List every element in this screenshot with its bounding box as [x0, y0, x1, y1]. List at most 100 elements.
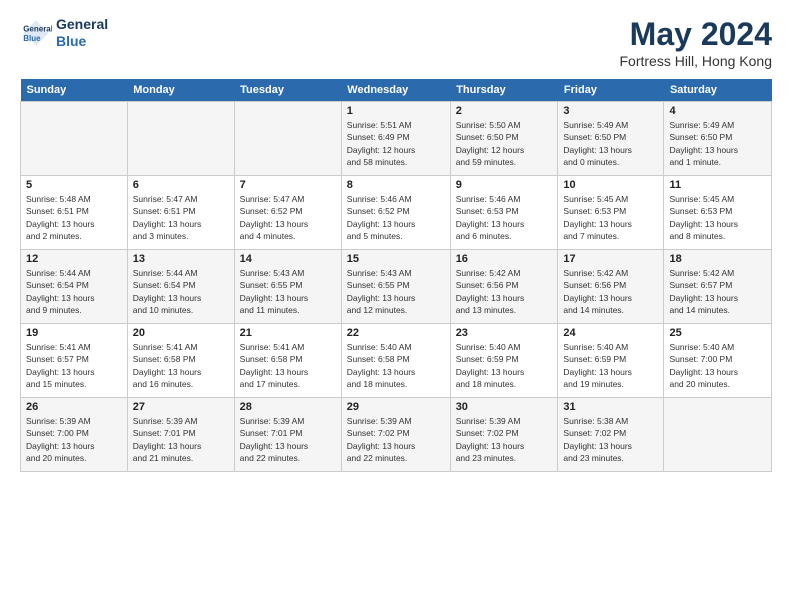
day-info: Sunrise: 5:46 AM Sunset: 6:53 PM Dayligh… [456, 193, 553, 242]
calendar-cell: 26 Sunrise: 5:39 AM Sunset: 7:00 PM Dayli… [21, 398, 128, 472]
day-info: Sunrise: 5:40 AM Sunset: 6:59 PM Dayligh… [456, 341, 553, 390]
calendar-week-4: 19 Sunrise: 5:41 AM Sunset: 6:57 PM Dayli… [21, 324, 772, 398]
calendar-cell [21, 102, 128, 176]
day-info: Sunrise: 5:47 AM Sunset: 6:52 PM Dayligh… [240, 193, 336, 242]
calendar-cell: 21 Sunrise: 5:41 AM Sunset: 6:58 PM Dayli… [234, 324, 341, 398]
day-info: Sunrise: 5:38 AM Sunset: 7:02 PM Dayligh… [563, 415, 658, 464]
logo-icon: General Blue [20, 17, 52, 49]
calendar-cell: 7Sunrise: 5:47 AM Sunset: 6:52 PM Daylig… [234, 176, 341, 250]
calendar-week-3: 12 Sunrise: 5:44 AM Sunset: 6:54 PM Dayli… [21, 250, 772, 324]
day-info: Sunrise: 5:39 AM Sunset: 7:00 PM Dayligh… [26, 415, 122, 464]
calendar-cell: 15 Sunrise: 5:43 AM Sunset: 6:55 PM Dayli… [341, 250, 450, 324]
day-number: 20 [133, 327, 229, 339]
day-number: 11 [669, 179, 766, 191]
day-number: 15 [347, 253, 445, 265]
calendar-cell: 24Sunrise: 5:40 AM Sunset: 6:59 PM Dayli… [558, 324, 664, 398]
calendar-cell: 19 Sunrise: 5:41 AM Sunset: 6:57 PM Dayli… [21, 324, 128, 398]
calendar-cell: 18 Sunrise: 5:42 AM Sunset: 6:57 PM Dayli… [664, 250, 772, 324]
calendar-cell [664, 398, 772, 472]
day-info: Sunrise: 5:42 AM Sunset: 6:57 PM Dayligh… [669, 267, 766, 316]
weekday-header-thursday: Thursday [450, 79, 558, 102]
day-number: 26 [26, 401, 122, 413]
day-number: 25 [669, 327, 766, 339]
day-info: Sunrise: 5:42 AM Sunset: 6:56 PM Dayligh… [456, 267, 553, 316]
day-number: 13 [133, 253, 229, 265]
day-info: Sunrise: 5:43 AM Sunset: 6:55 PM Dayligh… [347, 267, 445, 316]
day-number: 14 [240, 253, 336, 265]
day-number: 27 [133, 401, 229, 413]
day-number: 16 [456, 253, 553, 265]
weekday-header-friday: Friday [558, 79, 664, 102]
day-info: Sunrise: 5:43 AM Sunset: 6:55 PM Dayligh… [240, 267, 336, 316]
main-title: May 2024 [619, 16, 772, 53]
header: General Blue General Blue May 2024 Fortr… [20, 16, 772, 69]
day-info: Sunrise: 5:41 AM Sunset: 6:57 PM Dayligh… [26, 341, 122, 390]
location-subtitle: Fortress Hill, Hong Kong [619, 53, 772, 69]
day-number: 9 [456, 179, 553, 191]
day-info: Sunrise: 5:39 AM Sunset: 7:02 PM Dayligh… [347, 415, 445, 464]
calendar-cell: 27 Sunrise: 5:39 AM Sunset: 7:01 PM Dayli… [127, 398, 234, 472]
weekday-header-row: SundayMondayTuesdayWednesdayThursdayFrid… [21, 79, 772, 102]
day-number: 17 [563, 253, 658, 265]
day-info: Sunrise: 5:44 AM Sunset: 6:54 PM Dayligh… [26, 267, 122, 316]
calendar-week-1: 1Sunrise: 5:51 AM Sunset: 6:49 PM Daylig… [21, 102, 772, 176]
day-number: 23 [456, 327, 553, 339]
day-number: 12 [26, 253, 122, 265]
calendar-cell: 6 Sunrise: 5:47 AM Sunset: 6:51 PM Daylig… [127, 176, 234, 250]
day-number: 4 [669, 105, 766, 117]
svg-text:Blue: Blue [23, 34, 41, 43]
day-info: Sunrise: 5:41 AM Sunset: 6:58 PM Dayligh… [240, 341, 336, 390]
calendar-cell: 22 Sunrise: 5:40 AM Sunset: 6:58 PM Dayli… [341, 324, 450, 398]
day-info: Sunrise: 5:47 AM Sunset: 6:51 PM Dayligh… [133, 193, 229, 242]
calendar-cell: 14 Sunrise: 5:43 AM Sunset: 6:55 PM Dayli… [234, 250, 341, 324]
calendar-cell: 9 Sunrise: 5:46 AM Sunset: 6:53 PM Daylig… [450, 176, 558, 250]
day-info: Sunrise: 5:39 AM Sunset: 7:01 PM Dayligh… [133, 415, 229, 464]
day-number: 1 [347, 105, 445, 117]
logo-text: General Blue [56, 16, 108, 50]
calendar-cell: 1Sunrise: 5:51 AM Sunset: 6:49 PM Daylig… [341, 102, 450, 176]
day-number: 21 [240, 327, 336, 339]
day-number: 8 [347, 179, 445, 191]
day-number: 31 [563, 401, 658, 413]
day-info: Sunrise: 5:48 AM Sunset: 6:51 PM Dayligh… [26, 193, 122, 242]
day-number: 22 [347, 327, 445, 339]
day-info: Sunrise: 5:39 AM Sunset: 7:01 PM Dayligh… [240, 415, 336, 464]
calendar-cell: 23 Sunrise: 5:40 AM Sunset: 6:59 PM Dayli… [450, 324, 558, 398]
day-info: Sunrise: 5:49 AM Sunset: 6:50 PM Dayligh… [669, 119, 766, 168]
calendar-cell: 28Sunrise: 5:39 AM Sunset: 7:01 PM Dayli… [234, 398, 341, 472]
calendar-cell [234, 102, 341, 176]
calendar-week-5: 26 Sunrise: 5:39 AM Sunset: 7:00 PM Dayli… [21, 398, 772, 472]
calendar-cell: 25Sunrise: 5:40 AM Sunset: 7:00 PM Dayli… [664, 324, 772, 398]
calendar-cell: 11 Sunrise: 5:45 AM Sunset: 6:53 PM Dayli… [664, 176, 772, 250]
calendar-cell: 4 Sunrise: 5:49 AM Sunset: 6:50 PM Daylig… [664, 102, 772, 176]
calendar-week-2: 5 Sunrise: 5:48 AM Sunset: 6:51 PM Daylig… [21, 176, 772, 250]
day-info: Sunrise: 5:40 AM Sunset: 6:58 PM Dayligh… [347, 341, 445, 390]
day-number: 29 [347, 401, 445, 413]
day-number: 19 [26, 327, 122, 339]
day-number: 5 [26, 179, 122, 191]
calendar-cell: 10 Sunrise: 5:45 AM Sunset: 6:53 PM Dayli… [558, 176, 664, 250]
day-number: 3 [563, 105, 658, 117]
svg-text:General: General [23, 24, 52, 33]
day-number: 18 [669, 253, 766, 265]
day-info: Sunrise: 5:39 AM Sunset: 7:02 PM Dayligh… [456, 415, 553, 464]
day-info: Sunrise: 5:49 AM Sunset: 6:50 PM Dayligh… [563, 119, 658, 168]
day-info: Sunrise: 5:44 AM Sunset: 6:54 PM Dayligh… [133, 267, 229, 316]
day-number: 2 [456, 105, 553, 117]
calendar-cell: 16 Sunrise: 5:42 AM Sunset: 6:56 PM Dayli… [450, 250, 558, 324]
weekday-header-tuesday: Tuesday [234, 79, 341, 102]
calendar-cell: 12 Sunrise: 5:44 AM Sunset: 6:54 PM Dayli… [21, 250, 128, 324]
day-info: Sunrise: 5:46 AM Sunset: 6:52 PM Dayligh… [347, 193, 445, 242]
day-info: Sunrise: 5:45 AM Sunset: 6:53 PM Dayligh… [669, 193, 766, 242]
day-info: Sunrise: 5:45 AM Sunset: 6:53 PM Dayligh… [563, 193, 658, 242]
calendar-cell: 5 Sunrise: 5:48 AM Sunset: 6:51 PM Daylig… [21, 176, 128, 250]
day-number: 6 [133, 179, 229, 191]
calendar-cell: 30Sunrise: 5:39 AM Sunset: 7:02 PM Dayli… [450, 398, 558, 472]
calendar-cell [127, 102, 234, 176]
day-info: Sunrise: 5:42 AM Sunset: 6:56 PM Dayligh… [563, 267, 658, 316]
calendar-cell: 31 Sunrise: 5:38 AM Sunset: 7:02 PM Dayli… [558, 398, 664, 472]
logo: General Blue General Blue [20, 16, 108, 50]
day-number: 10 [563, 179, 658, 191]
weekday-header-monday: Monday [127, 79, 234, 102]
calendar-table: SundayMondayTuesdayWednesdayThursdayFrid… [20, 79, 772, 472]
